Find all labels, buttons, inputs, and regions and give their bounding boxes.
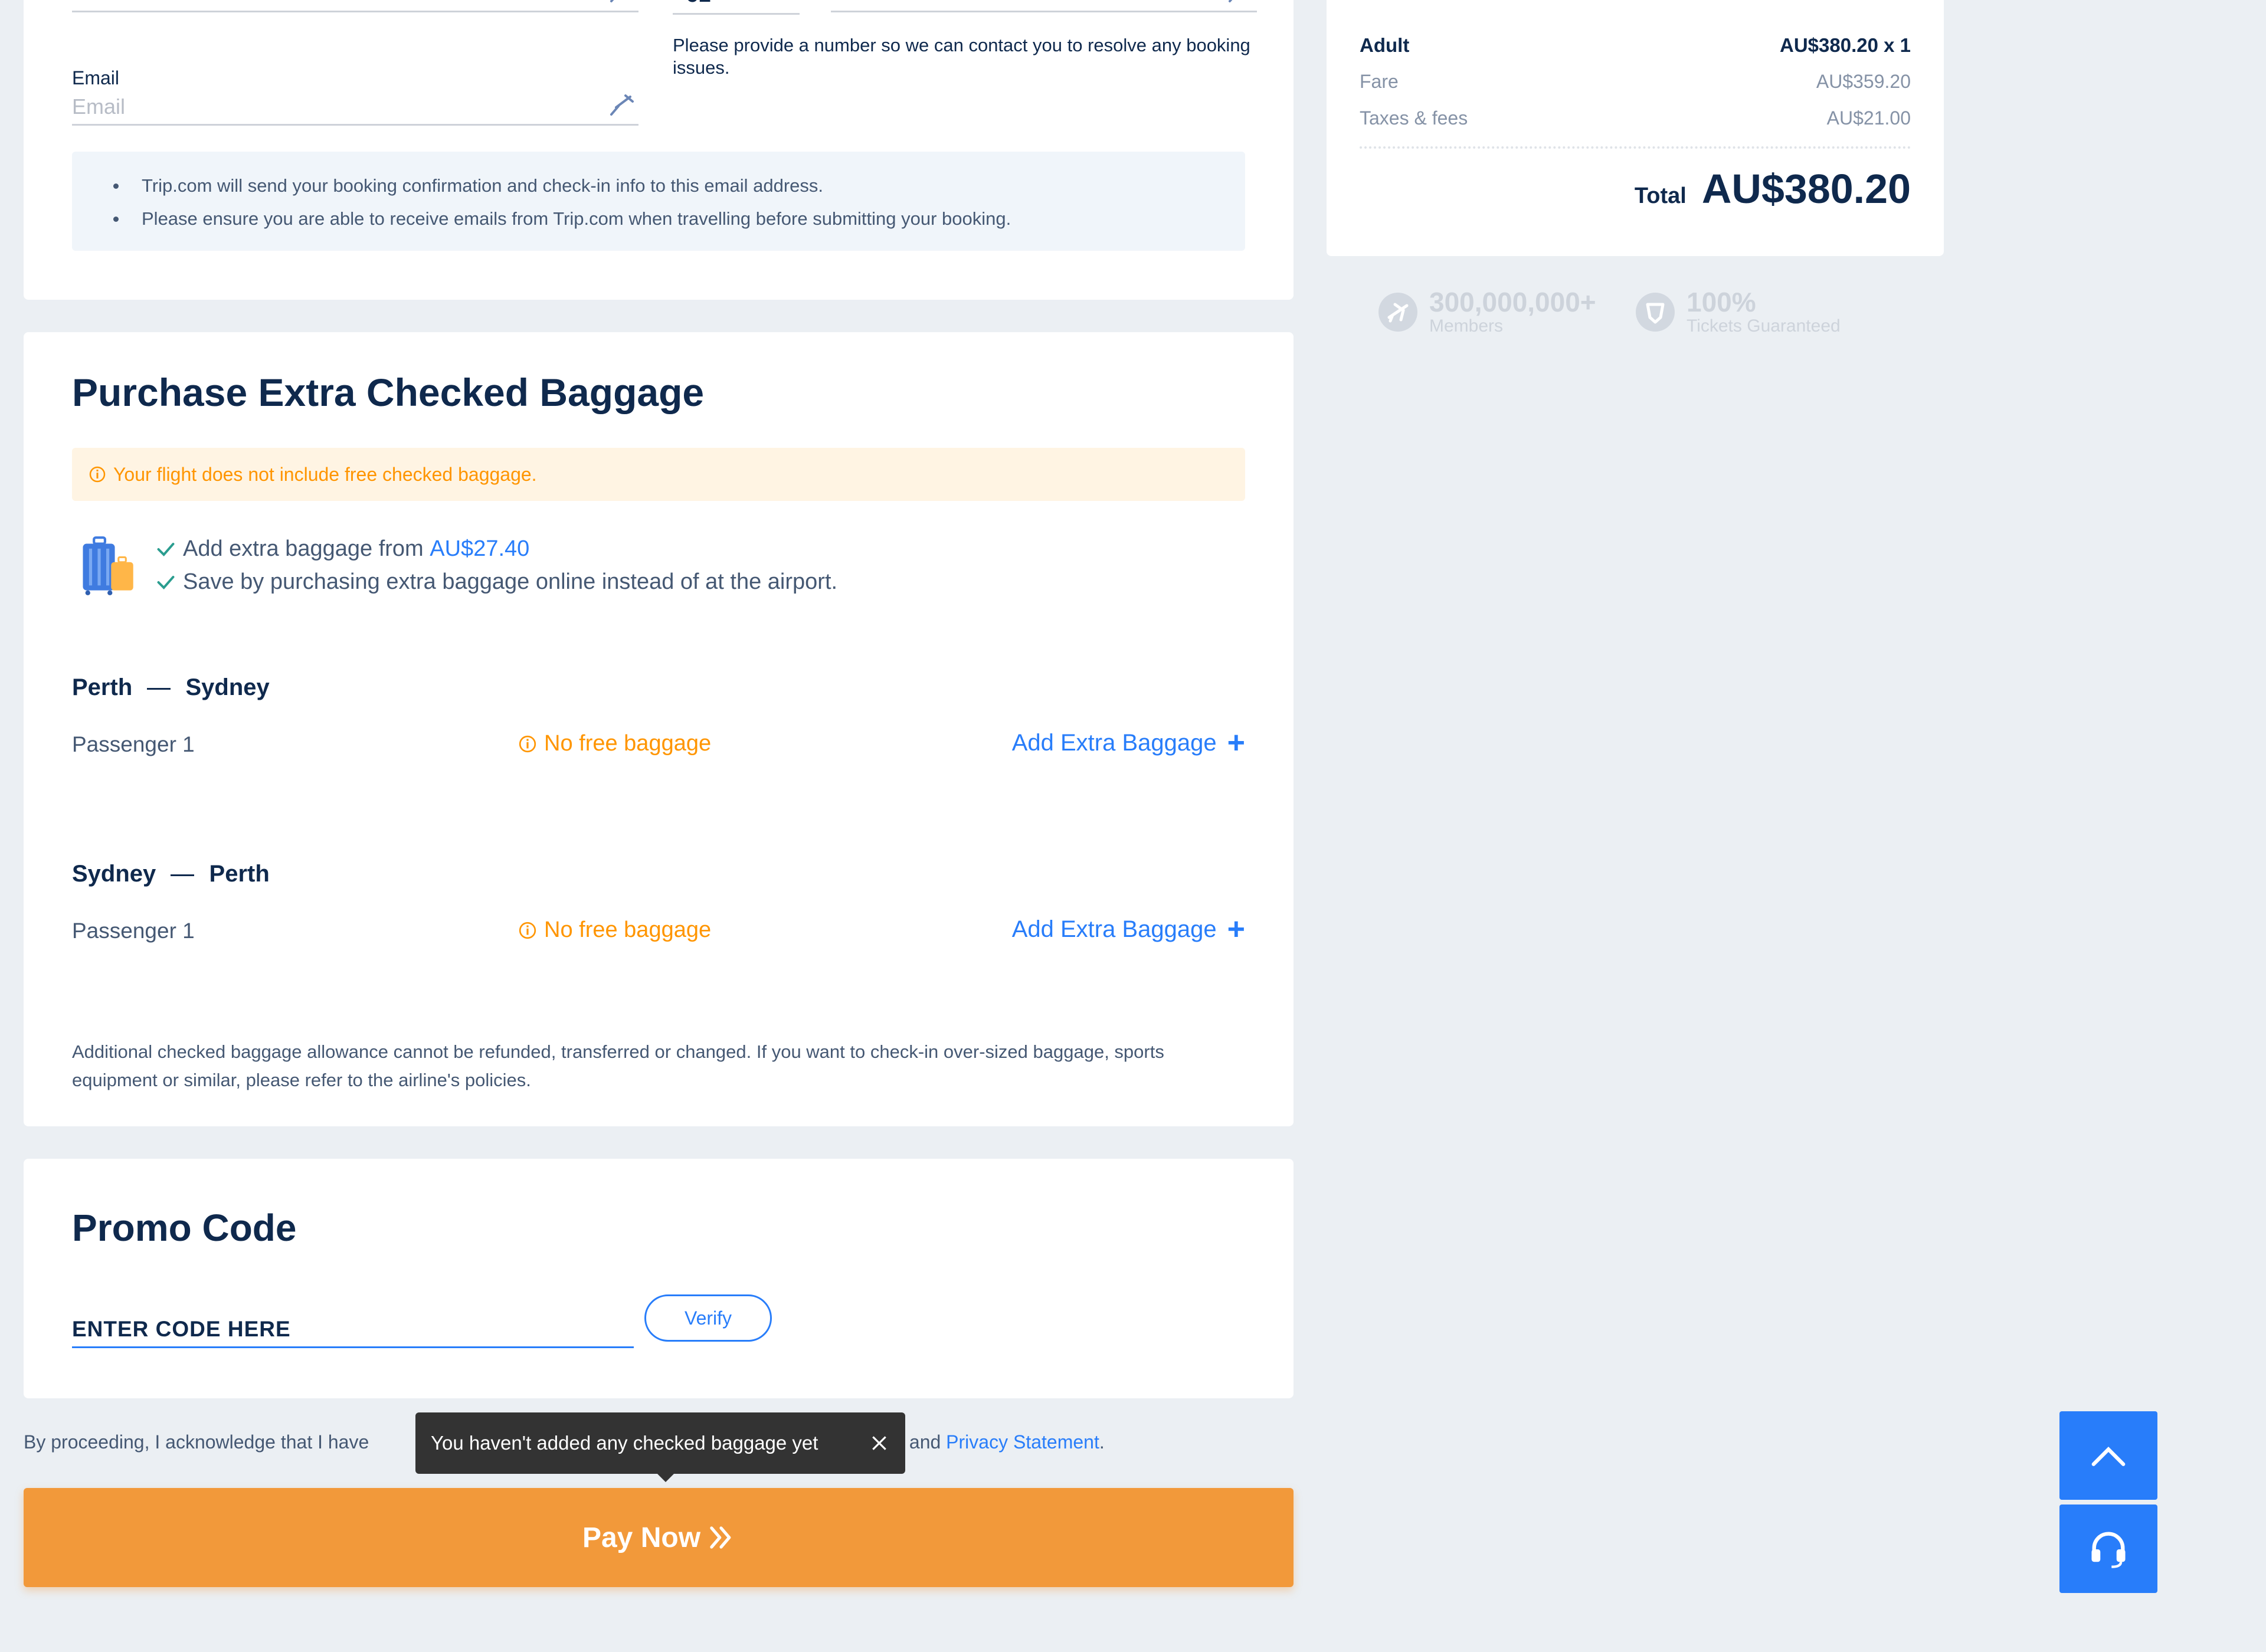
adult-row: Adult AU$380.20 x 1 bbox=[1327, 34, 1944, 57]
status-text: No free baggage bbox=[544, 731, 712, 756]
guarantee-value: 100% bbox=[1687, 287, 1756, 317]
fare-value: AU$359.20 bbox=[1816, 71, 1911, 92]
email-label: Email bbox=[72, 67, 120, 88]
promo-placeholder: ENTER CODE HERE bbox=[72, 1317, 291, 1341]
status-text: No free baggage bbox=[544, 917, 712, 942]
baggage-warning-banner: Your flight does not include free checke… bbox=[72, 448, 1245, 501]
terms-and: and bbox=[904, 1431, 947, 1453]
info-icon bbox=[89, 466, 106, 483]
info-icon bbox=[519, 735, 536, 752]
benefit-2-text: Save by purchasing extra baggage online … bbox=[183, 569, 838, 594]
total-row: Total AU$380.20 bbox=[1635, 165, 1911, 212]
verify-button[interactable]: Verify bbox=[644, 1294, 772, 1342]
privacy-statement-link[interactable]: Privacy Statement bbox=[946, 1431, 1099, 1453]
customer-support-button[interactable] bbox=[2059, 1504, 2157, 1593]
summary-divider bbox=[1360, 146, 1911, 149]
checkmark-icon bbox=[157, 542, 175, 556]
route-origin: Sydney bbox=[72, 861, 156, 887]
info-icon bbox=[519, 922, 536, 939]
pay-now-button[interactable]: Pay Now bbox=[24, 1488, 1294, 1587]
total-value: AU$380.20 bbox=[1701, 166, 1911, 212]
shield-icon bbox=[1636, 293, 1675, 332]
route-destination: Sydney bbox=[185, 674, 270, 700]
guarantee-badge: 100% Tickets Guaranteed bbox=[1635, 288, 1841, 336]
luggage-icon bbox=[83, 536, 133, 595]
email-field[interactable]: Email bbox=[72, 90, 638, 126]
total-label: Total bbox=[1634, 183, 1687, 208]
phone-number-field[interactable]: Number bbox=[831, 0, 1257, 12]
scroll-to-top-button[interactable] bbox=[2059, 1411, 2157, 1500]
baggage-benefit-2: Save by purchasing extra baggage online … bbox=[156, 569, 837, 595]
add-extra-baggage-button[interactable]: Add Extra Baggage + bbox=[1012, 914, 1245, 945]
country-code-value: +61 bbox=[673, 0, 710, 8]
fare-label: Fare bbox=[1360, 71, 1399, 92]
baggage-footnote: Additional checked baggage allowance can… bbox=[72, 1041, 1164, 1090]
taxes-label: Taxes & fees bbox=[1360, 107, 1468, 129]
baggage-title: Purchase Extra Checked Baggage bbox=[72, 371, 705, 414]
tooltip-text: You haven't added any checked baggage ye… bbox=[431, 1432, 818, 1454]
route-perth-sydney: Perth Sydney bbox=[72, 674, 270, 701]
route-sydney-perth: Sydney Perth bbox=[72, 861, 270, 887]
taxes-row: Taxes & fees AU$21.00 bbox=[1327, 107, 1944, 129]
members-label: Members bbox=[1429, 316, 1504, 336]
pay-now-label: Pay Now bbox=[582, 1522, 701, 1553]
chevron-up-icon bbox=[2091, 1447, 2126, 1466]
contact-card: Name +61 Number Please provide a number … bbox=[24, 0, 1294, 300]
edit-pen-icon bbox=[610, 0, 614, 2]
name-placeholder: Name bbox=[72, 0, 129, 5]
baggage-tooltip: You haven't added any checked baggage ye… bbox=[415, 1412, 905, 1482]
add-baggage-label: Add Extra Baggage bbox=[1011, 729, 1217, 756]
promo-card: Promo Code ENTER CODE HERE Verify bbox=[24, 1159, 1294, 1398]
arrow-icon bbox=[147, 687, 171, 690]
no-free-baggage-status: No free baggage bbox=[518, 917, 711, 943]
close-icon[interactable] bbox=[870, 1434, 889, 1453]
plus-icon: + bbox=[1227, 726, 1245, 760]
headset-icon bbox=[2091, 1532, 2126, 1568]
terms-prefix: By proceeding, I acknowledge that I have bbox=[24, 1431, 369, 1453]
name-field[interactable]: Name bbox=[72, 0, 638, 12]
email-info-box: Trip.com will send your booking confirma… bbox=[72, 152, 1245, 251]
number-placeholder: Number bbox=[831, 0, 906, 5]
email-note-2: Please ensure you are able to receive em… bbox=[113, 208, 1011, 229]
terms-end: . bbox=[1099, 1431, 1105, 1453]
add-baggage-label: Add Extra Baggage bbox=[1011, 916, 1217, 942]
plane-badge-icon bbox=[1378, 293, 1417, 332]
price-summary-card: Adult AU$380.20 x 1 Fare AU$359.20 Taxes… bbox=[1327, 0, 1944, 256]
members-badge: 300,000,000+ Members bbox=[1377, 288, 1596, 336]
taxes-value: AU$21.00 bbox=[1826, 107, 1911, 129]
benefit-1-price: AU$27.40 bbox=[430, 536, 530, 561]
country-code-select[interactable]: +61 bbox=[673, 0, 800, 15]
phone-note: Please provide a number so we can contac… bbox=[673, 35, 1250, 78]
fare-row: Fare AU$359.20 bbox=[1327, 71, 1944, 93]
route-origin: Perth bbox=[72, 674, 133, 700]
email-placeholder: Email bbox=[72, 94, 126, 119]
promo-title: Promo Code bbox=[72, 1207, 297, 1249]
edit-pen-icon bbox=[1229, 0, 1233, 2]
adult-value: AU$380.20 x 1 bbox=[1780, 34, 1911, 56]
passenger-label: Passenger 1 bbox=[72, 732, 195, 756]
baggage-card: Purchase Extra Checked Baggage Your flig… bbox=[24, 332, 1294, 1126]
promo-code-input[interactable]: ENTER CODE HERE bbox=[72, 1310, 634, 1348]
arrow-icon bbox=[171, 874, 195, 876]
double-chevron-right-icon bbox=[710, 1526, 731, 1549]
terms-text: By proceeding, I acknowledge that I have bbox=[24, 1431, 369, 1453]
tooltip-arrow bbox=[657, 1474, 674, 1482]
add-extra-baggage-button[interactable]: Add Extra Baggage + bbox=[1012, 727, 1245, 758]
verify-label: Verify bbox=[684, 1307, 732, 1329]
terms-suffix: s and Privacy Statement. bbox=[895, 1431, 1105, 1453]
members-value: 300,000,000+ bbox=[1429, 287, 1596, 317]
no-free-baggage-status: No free baggage bbox=[518, 731, 711, 756]
baggage-warning-text: Your flight does not include free checke… bbox=[113, 463, 537, 485]
checkmark-icon bbox=[157, 575, 175, 589]
baggage-benefit-1: Add extra baggage from AU$27.40 bbox=[156, 536, 529, 562]
plus-icon: + bbox=[1227, 912, 1245, 946]
adult-label: Adult bbox=[1360, 34, 1410, 56]
passenger-label: Passenger 1 bbox=[72, 919, 195, 943]
guarantee-label: Tickets Guaranteed bbox=[1687, 316, 1841, 336]
benefit-1-text: Add extra baggage from bbox=[183, 536, 430, 561]
edit-pen-icon bbox=[610, 94, 634, 116]
email-note-1: Trip.com will send your booking confirma… bbox=[113, 175, 823, 196]
route-destination: Perth bbox=[209, 861, 270, 887]
